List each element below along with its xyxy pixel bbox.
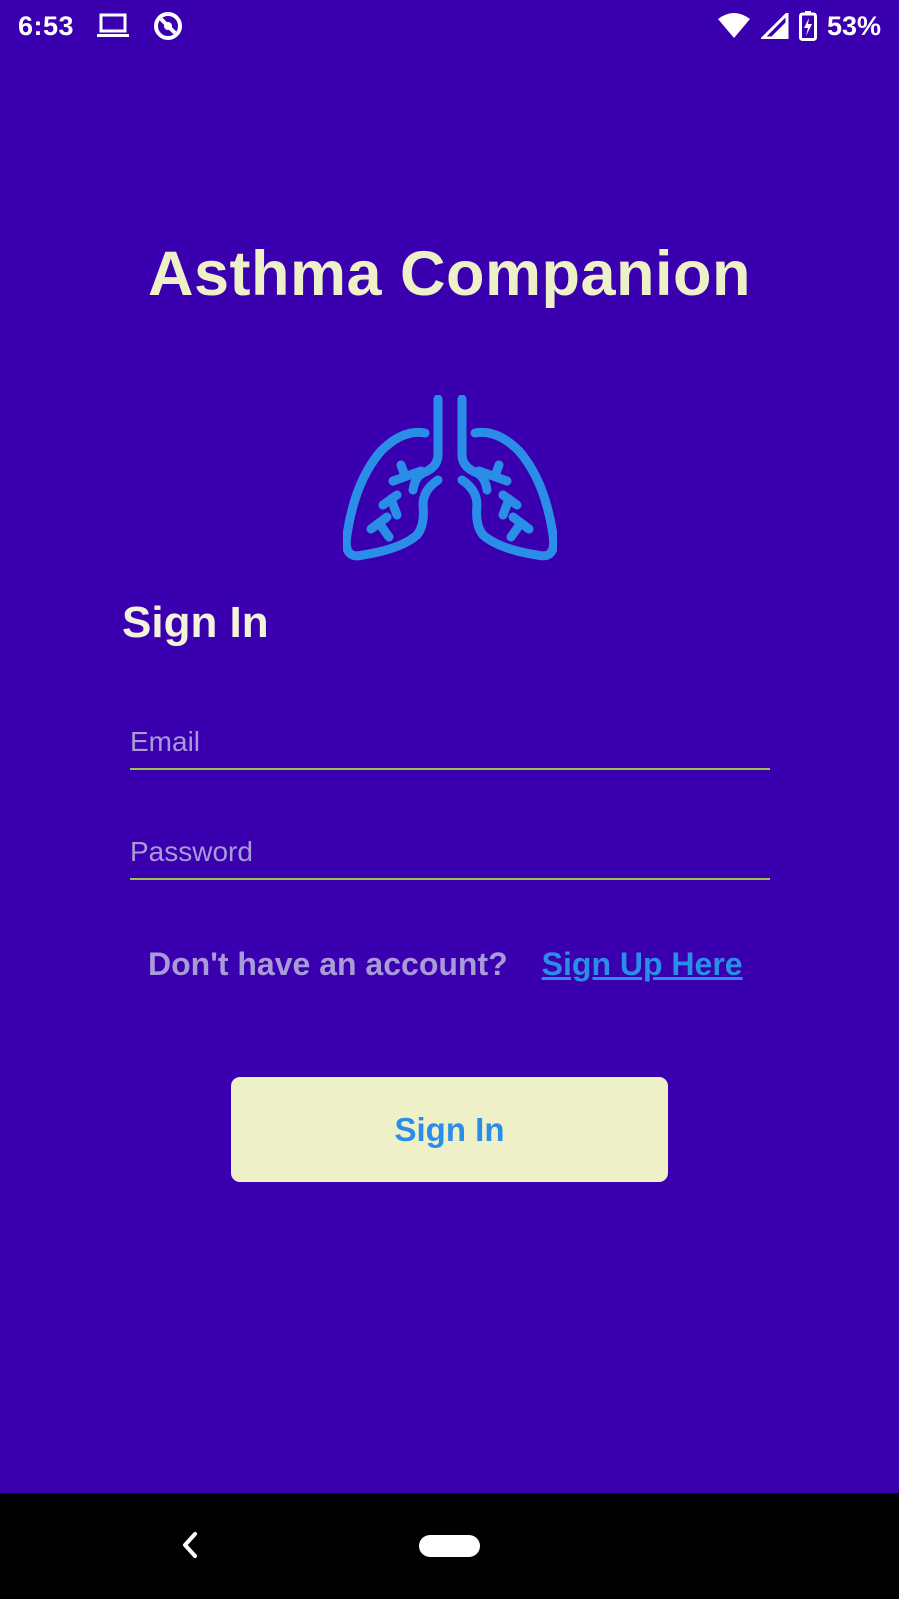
wifi-icon [717,13,751,39]
email-field[interactable] [130,726,770,758]
sign-in-heading: Sign In [122,598,269,647]
password-field-container[interactable] [130,820,770,880]
app-title: Asthma Companion [147,239,752,309]
navigation-bar [0,1493,899,1599]
lungs-icon [341,394,559,570]
password-field[interactable] [130,836,770,868]
sync-icon [152,10,184,42]
status-bar-left: 6:53 [18,10,184,42]
home-pill-icon[interactable] [419,1535,480,1557]
sign-in-button[interactable]: Sign In [231,1077,668,1182]
signup-prompt: Don't have an account? [148,946,508,982]
battery-percent: 53% [826,10,881,41]
signup-row: Don't have an account? Sign Up Here [148,946,743,983]
laptop-icon [96,13,130,39]
status-bar-right: 53% [717,11,881,42]
signal-icon [760,13,789,39]
battery-charging-icon [798,11,817,41]
email-field-container[interactable] [130,710,770,770]
status-bar: 6:53 53% [0,0,899,52]
sign-up-link[interactable]: Sign Up Here [542,946,743,983]
status-time: 6:53 [18,10,75,41]
back-chevron-icon[interactable] [170,1525,210,1565]
